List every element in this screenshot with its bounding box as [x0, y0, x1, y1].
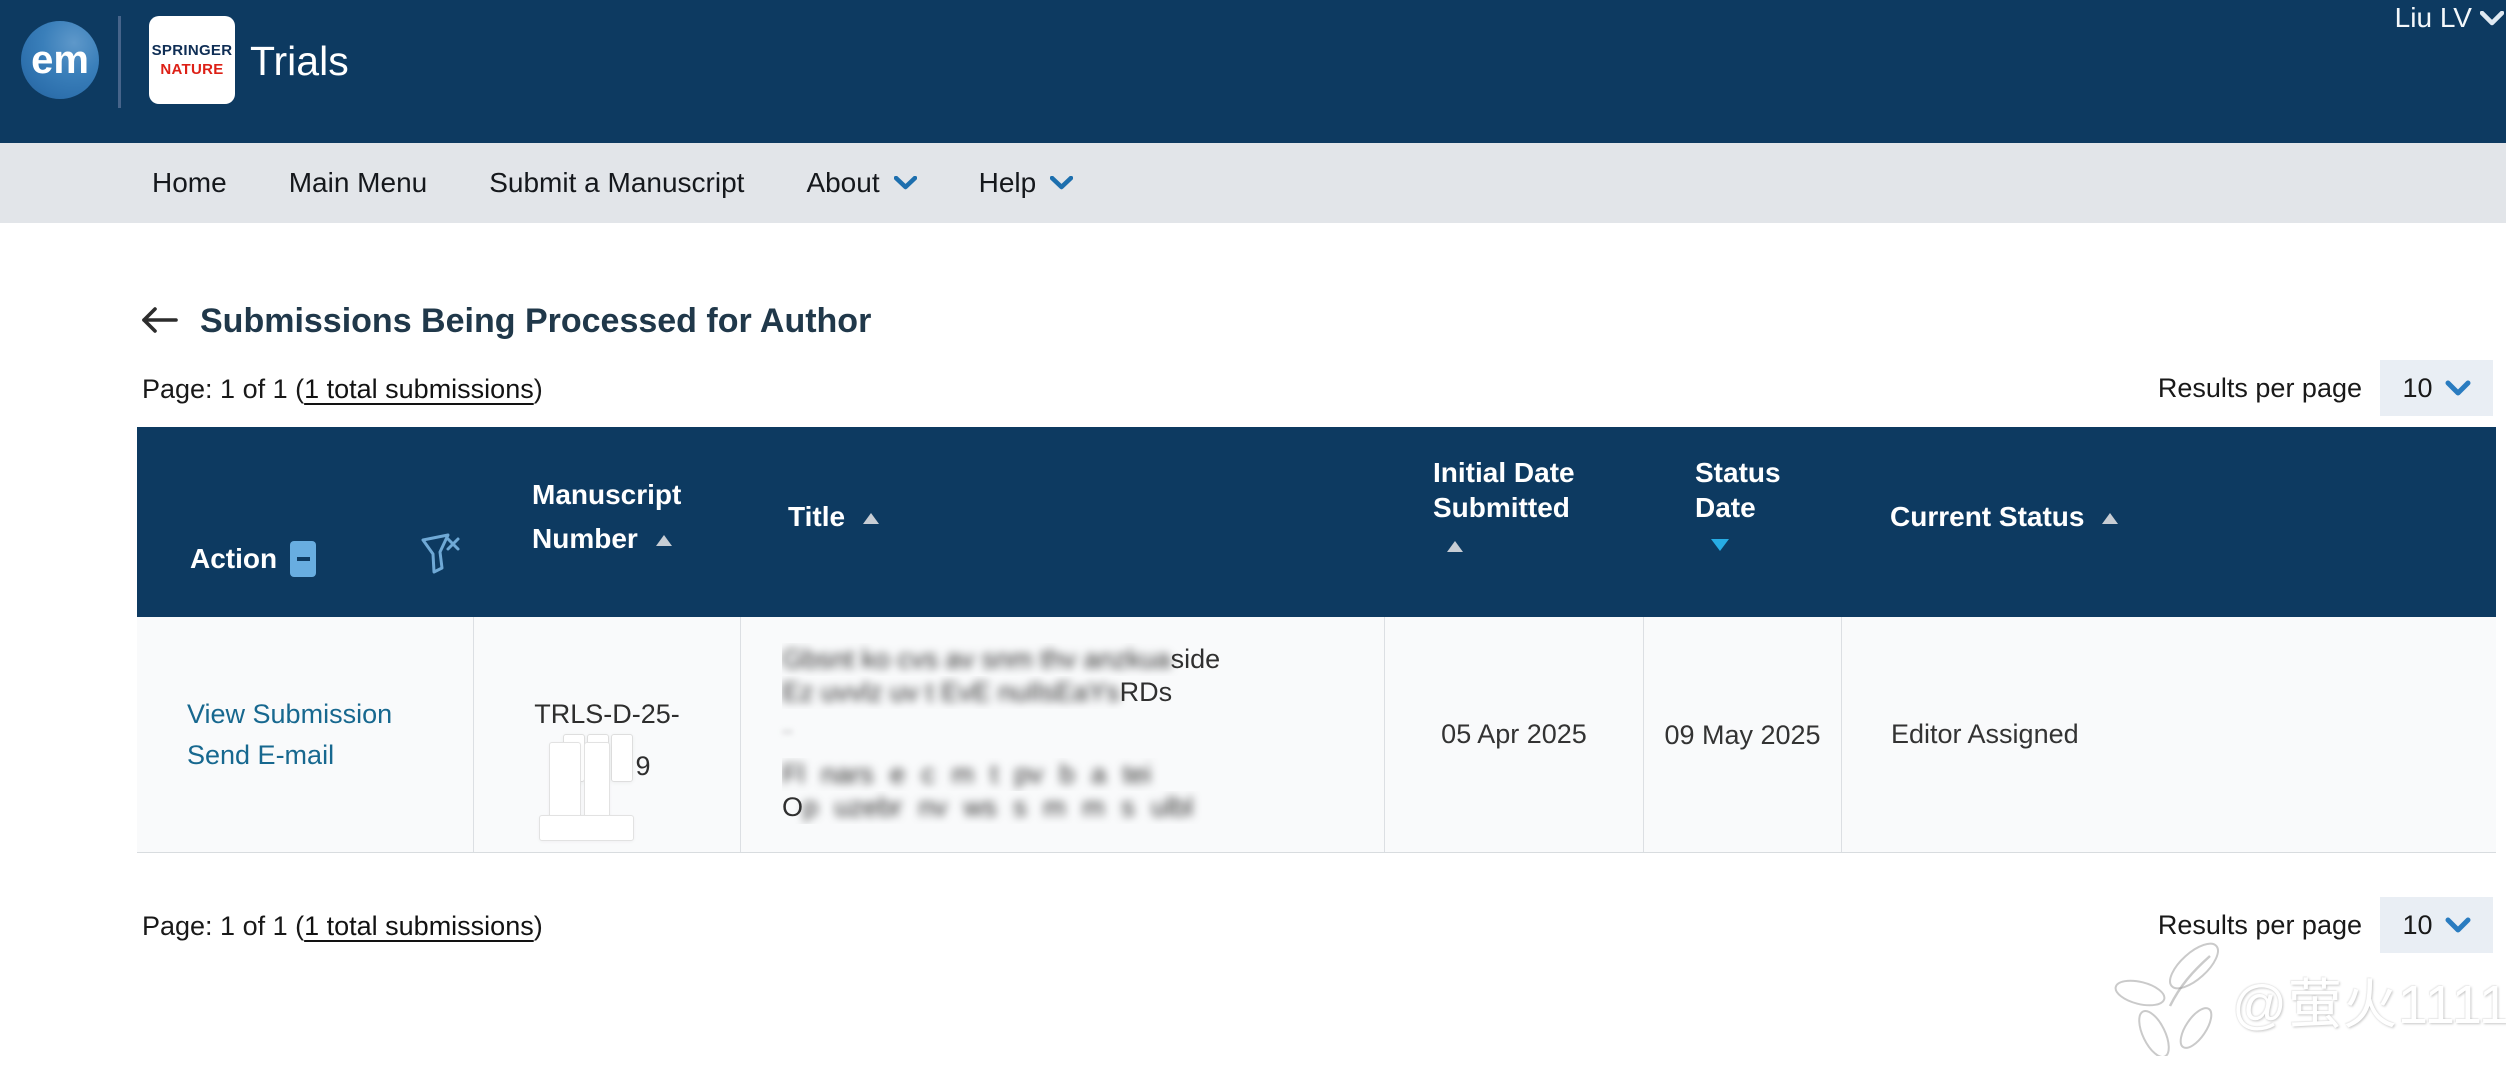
column-header-title[interactable]: Title — [788, 501, 880, 533]
pagination-suffix: ) — [533, 374, 543, 404]
sort-asc-icon — [863, 513, 880, 524]
current-status-value: Editor Assigned — [1891, 719, 2079, 749]
title-line-3: .. — [782, 716, 794, 738]
pagination-prefix: Page: 1 of 1 ( — [142, 911, 305, 941]
cell-status-date: 09 May 2025 — [1643, 617, 1841, 852]
chevron-down-icon — [893, 176, 917, 190]
redaction-box — [539, 815, 634, 841]
title-line-5: Op uzebr nv ws s m m s ulbl — [782, 792, 1194, 822]
results-per-page-top: Results per page 10 — [2158, 360, 2493, 416]
pagination-summary-bottom: Page: 1 of 1 (1 total submissions) — [142, 911, 543, 942]
header-line: Initial Date — [1433, 457, 1575, 488]
main-navigation: Home Main Menu Submit a Manuscript About… — [0, 143, 2506, 223]
watermark-text: @萤火1111 — [2232, 975, 2506, 1035]
header-line: Title — [788, 501, 846, 532]
header-divider — [118, 16, 121, 108]
manuscript-number-line1: TRLS-D-25- — [534, 699, 680, 729]
results-per-page-value: 10 — [2402, 372, 2433, 403]
back-arrow-icon[interactable] — [139, 306, 179, 334]
pagination-summary-top: Page: 1 of 1 (1 total submissions) — [142, 374, 543, 405]
table-row: View Submission Send E-mail TRLS-D-25- 9… — [137, 617, 2496, 853]
nav-item-main-menu[interactable]: Main Menu — [289, 167, 428, 199]
sort-desc-active-icon — [1711, 539, 1729, 551]
clear-filter-icon[interactable] — [419, 531, 461, 577]
title-line-1: Gbsnt ko cvs av snm thv anzkuaside — [782, 644, 1221, 674]
header-line: Number — [532, 517, 681, 561]
nav-label: About — [806, 167, 880, 198]
nav-label: Help — [978, 167, 1037, 198]
redaction-box — [611, 734, 634, 782]
column-header-status-date[interactable]: Status Date — [1695, 455, 1781, 551]
sort-asc-icon — [1447, 541, 1463, 552]
nav-label: Home — [152, 167, 227, 198]
chevron-down-icon — [1050, 176, 1074, 190]
manuscript-number-digit: 9 — [635, 751, 651, 781]
pagination-suffix: ) — [533, 911, 543, 941]
nav-label: Submit a Manuscript — [489, 167, 745, 198]
header-line: Status — [1695, 457, 1781, 488]
user-name: Liu LV — [2394, 2, 2472, 33]
title-line-2: Ez uvvlz uv t EvE nuIlsEaYsRDs — [782, 677, 1173, 707]
watermark: @萤火1111 — [2112, 938, 2506, 1061]
results-per-page-select[interactable]: 10 — [2380, 360, 2493, 416]
send-email-link[interactable]: Send E-mail — [187, 740, 473, 771]
action-header-label: Action — [190, 543, 278, 574]
total-submissions-link[interactable]: 1 total submissions — [304, 911, 534, 941]
page-title: Submissions Being Processed for Author — [200, 302, 872, 340]
journal-title: Trials — [250, 38, 349, 84]
cell-title: Gbsnt ko cvs av snm thv anzkuaside Ez uv… — [740, 617, 1384, 852]
table-header-row: Action Manuscript Number Title Initial D… — [137, 427, 2496, 617]
nav-item-help[interactable]: Help — [979, 167, 1074, 199]
header-line: Date — [1695, 492, 1756, 523]
collapse-column-icon[interactable] — [290, 541, 317, 577]
header-line: Manuscript — [532, 479, 682, 510]
sort-asc-icon — [2102, 513, 2119, 524]
user-menu[interactable]: Liu LV — [2395, 2, 2504, 34]
springer-nature-logo[interactable]: SPRINGER NATURE — [149, 16, 235, 104]
results-per-page-label: Results per page — [2157, 372, 2362, 403]
cell-manuscript-number: TRLS-D-25- 9 — [473, 617, 740, 852]
nav-label: Main Menu — [288, 167, 428, 198]
column-header-action: Action — [190, 541, 317, 577]
total-submissions-link[interactable]: 1 total submissions — [304, 374, 534, 404]
editorial-manager-page: em SPRINGER NATURE Trials Liu LV Home Ma… — [0, 0, 2506, 1067]
em-logo-text: em — [31, 37, 89, 82]
header-line: Current Status — [1890, 501, 2085, 532]
column-header-initial-date-submitted[interactable]: Initial Date Submitted — [1433, 455, 1575, 560]
nav-item-about[interactable]: About — [806, 167, 917, 199]
header-line: Submitted — [1433, 492, 1570, 523]
submissions-table: Action Manuscript Number Title Initial D… — [137, 427, 2496, 853]
chevron-down-icon — [2445, 917, 2471, 933]
column-header-manuscript-number[interactable]: Manuscript Number — [532, 473, 681, 561]
view-submission-link[interactable]: View Submission — [187, 699, 473, 730]
leaf-flower-icon — [2112, 938, 2232, 1061]
cell-action: View Submission Send E-mail — [137, 617, 473, 852]
editorial-manager-logo[interactable]: em — [21, 21, 99, 99]
nav-item-home[interactable]: Home — [152, 167, 227, 199]
sort-asc-icon — [655, 535, 672, 546]
brand-line-2: NATURE — [160, 61, 224, 78]
results-per-page-value: 10 — [2402, 909, 2433, 940]
chevron-down-icon — [2445, 380, 2471, 396]
chevron-down-icon — [2480, 10, 2504, 26]
cell-initial-date-submitted: 05 Apr 2025 — [1384, 617, 1643, 852]
nav-item-submit-manuscript[interactable]: Submit a Manuscript — [489, 167, 744, 199]
results-per-page-label: Results per page — [2157, 909, 2362, 940]
brand-line-1: SPRINGER — [151, 42, 233, 59]
initial-date-value: 05 Apr 2025 — [1441, 719, 1587, 749]
title-line-4: Fl nars e c m t pv b a tei — [782, 759, 1152, 789]
cell-current-status: Editor Assigned — [1841, 617, 2496, 852]
status-date-value: 09 May 2025 — [1664, 719, 1821, 750]
pagination-prefix: Page: 1 of 1 ( — [142, 374, 305, 404]
app-header: em SPRINGER NATURE Trials Liu LV — [0, 0, 2506, 143]
column-header-current-status[interactable]: Current Status — [1890, 501, 2119, 533]
